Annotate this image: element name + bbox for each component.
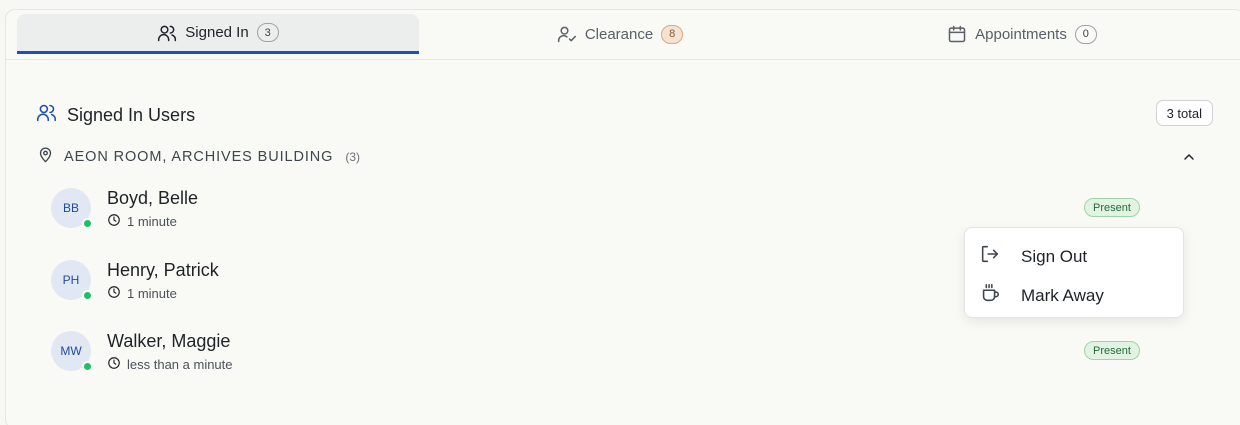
signed-in-duration: 1 minute — [107, 213, 177, 230]
user-name: Walker, Maggie — [107, 331, 231, 351]
tab-clearance[interactable]: Clearance 8 — [419, 14, 821, 54]
tab-count-badge: 3 — [256, 23, 279, 42]
signed-in-duration: 1 minute — [107, 285, 177, 302]
clock-icon — [107, 356, 121, 373]
duration-text: less than a minute — [127, 357, 233, 372]
duration-text: 1 minute — [127, 214, 177, 229]
online-status-dot — [82, 361, 93, 372]
sign-out-icon — [979, 243, 1001, 270]
user-name: Henry, Patrick — [107, 260, 219, 280]
location-name: AEON ROOM, ARCHIVES BUILDING — [64, 148, 334, 165]
user-row-walker[interactable]: MW Walker, Maggie less than a minute Pre… — [51, 331, 1151, 379]
clock-icon — [107, 213, 121, 230]
status-badge: Present — [1084, 198, 1140, 217]
user-name: Boyd, Belle — [107, 188, 199, 208]
users-icon — [157, 23, 177, 43]
coffee-cup-icon — [979, 282, 1001, 309]
location-count: (3) — [345, 149, 360, 164]
online-status-dot — [82, 290, 93, 301]
chevron-up-icon — [1181, 149, 1197, 170]
menu-item-mark-away[interactable]: Mark Away — [979, 282, 1104, 309]
location-group-header[interactable]: AEON ROOM, ARCHIVES BUILDING (3) — [37, 146, 360, 167]
clock-icon — [107, 285, 121, 302]
tab-count-badge: 0 — [1074, 24, 1097, 44]
total-count-badge: 3 total — [1155, 100, 1213, 126]
tab-signed-in[interactable]: Signed In 3 — [17, 14, 419, 54]
section-header: Signed In Users — [36, 102, 195, 128]
online-status-dot — [82, 218, 93, 229]
signed-in-duration: less than a minute — [107, 356, 233, 373]
tab-count-badge: 8 — [661, 24, 684, 44]
section-title: Signed In Users — [67, 104, 196, 125]
status-badge: Present — [1084, 341, 1140, 360]
menu-item-label: Sign Out — [1021, 246, 1088, 266]
tab-appointments[interactable]: Appointments 0 — [821, 14, 1223, 54]
user-check-icon — [557, 24, 577, 44]
user-actions-menu: Sign Out Mark Away — [964, 227, 1184, 318]
calendar-icon — [947, 24, 967, 44]
tab-bar: Signed In 3 Clearance 8 Appointments 0 — [6, 10, 1240, 60]
menu-item-sign-out[interactable]: Sign Out — [979, 243, 1087, 270]
tab-label: Clearance — [584, 25, 654, 43]
tab-label: Signed In — [185, 24, 249, 41]
menu-item-label: Mark Away — [1021, 285, 1104, 305]
collapse-button[interactable] — [1179, 149, 1199, 169]
users-icon — [36, 102, 57, 128]
map-pin-icon — [37, 146, 54, 167]
tab-label: Appointments — [975, 25, 1067, 43]
duration-text: 1 minute — [127, 286, 177, 301]
signed-in-panel: Signed In 3 Clearance 8 Appointments 0 S… — [5, 9, 1240, 425]
